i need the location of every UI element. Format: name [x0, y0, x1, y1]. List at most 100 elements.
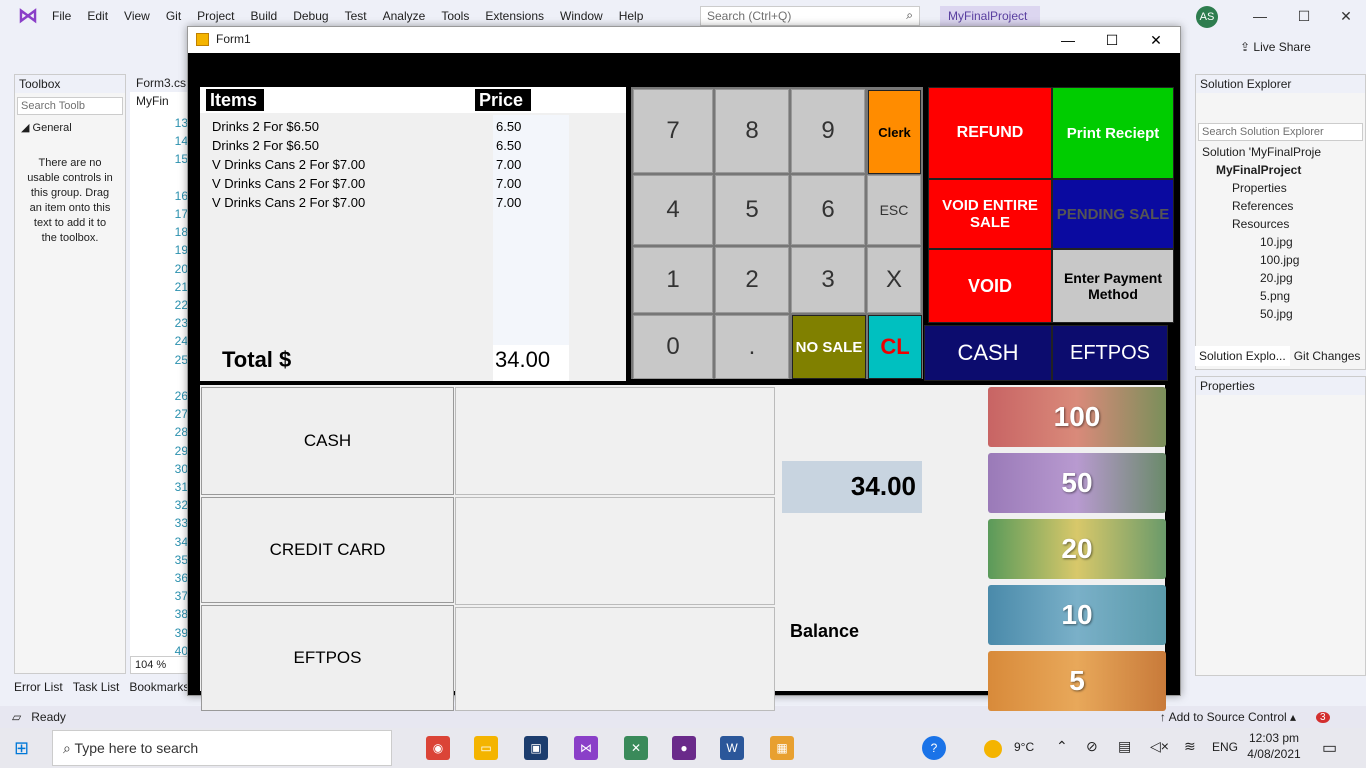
key-7[interactable]: 7 [633, 89, 713, 173]
toolbox-group-general[interactable]: ◢ General [15, 119, 125, 136]
key-9[interactable]: 9 [791, 89, 865, 173]
form-maximize-icon[interactable]: ☐ [1090, 27, 1134, 53]
list-item-price[interactable]: 6.50 [496, 136, 566, 155]
taskbar-search-input[interactable]: ⌕ Type here to search [52, 730, 392, 766]
note-5-button[interactable]: 5 [988, 651, 1166, 711]
clerk-button[interactable]: Clerk [868, 90, 921, 174]
tab-task-list[interactable]: Task List [73, 680, 120, 698]
payment-credit-card-button[interactable]: CREDIT CARD [201, 497, 454, 603]
list-item[interactable]: V Drinks Cans 2 For $7.00 [212, 155, 472, 174]
cash-button[interactable]: CASH [924, 325, 1052, 381]
void-button[interactable]: VOID [928, 249, 1052, 323]
list-item-price[interactable]: 7.00 [496, 155, 566, 174]
solution-search-input[interactable]: Search Solution Explorer [1198, 123, 1363, 141]
wifi-icon[interactable]: ≋ [1184, 738, 1196, 755]
word-icon[interactable]: W [720, 736, 744, 760]
tab-myfin[interactable]: MyFin [130, 92, 190, 110]
item-list[interactable]: Drinks 2 For $6.50 Drinks 2 For $6.50 V … [212, 117, 472, 212]
void-entire-sale-button[interactable]: VOID ENTIRE SALE [928, 179, 1052, 249]
menu-debug[interactable]: Debug [285, 9, 336, 23]
list-item[interactable]: V Drinks Cans 2 For $7.00 [212, 193, 472, 212]
print-receipt-button[interactable]: Print Reciept [1052, 87, 1174, 179]
list-item-price[interactable]: 7.00 [496, 174, 566, 193]
menu-test[interactable]: Test [337, 9, 375, 23]
tree-file-10[interactable]: 10.jpg [1202, 233, 1365, 251]
pending-sale-button[interactable]: PENDING SALE [1052, 179, 1174, 249]
menu-analyze[interactable]: Analyze [375, 9, 434, 23]
note-100-button[interactable]: 100 [988, 387, 1166, 447]
tab-solution-explorer[interactable]: Solution Explo... [1195, 346, 1290, 366]
avatar[interactable]: AS [1196, 6, 1218, 28]
list-item[interactable]: V Drinks Cans 2 For $7.00 [212, 174, 472, 193]
github-icon[interactable]: ● [672, 736, 696, 760]
form-close-icon[interactable]: ✕ [1134, 27, 1178, 53]
visual-studio-icon[interactable]: ⋈ [574, 736, 598, 760]
app-icon[interactable]: ▣ [524, 736, 548, 760]
refund-button[interactable]: REFUND [928, 87, 1052, 179]
key-2[interactable]: 2 [715, 247, 789, 313]
menu-edit[interactable]: Edit [79, 9, 116, 23]
menu-project[interactable]: Project [189, 9, 242, 23]
tree-project[interactable]: MyFinalProject [1202, 161, 1365, 179]
notifications-icon[interactable]: ▭ [1322, 738, 1337, 758]
menu-tools[interactable]: Tools [433, 9, 477, 23]
zoom-level[interactable]: 104 % [130, 656, 190, 674]
clock[interactable]: 12:03 pm 4/08/2021 [1244, 730, 1304, 762]
tree-file-5[interactable]: 5.png [1202, 287, 1365, 305]
list-item-price[interactable]: 6.50 [496, 117, 566, 136]
tab-error-list[interactable]: Error List [14, 680, 63, 698]
note-10-button[interactable]: 10 [988, 585, 1166, 645]
eftpos-button[interactable]: EFTPOS [1052, 325, 1168, 381]
form-minimize-icon[interactable]: — [1046, 27, 1090, 53]
note-50-button[interactable]: 50 [988, 453, 1166, 513]
price-list[interactable]: 6.50 6.50 7.00 7.00 7.00 [496, 117, 566, 212]
vs-search-input[interactable]: Search (Ctrl+Q) ⌕ [700, 6, 920, 26]
network-alert-icon[interactable]: ⊘ [1086, 738, 1098, 755]
tree-resources[interactable]: Resources [1202, 215, 1365, 233]
menu-help[interactable]: Help [611, 9, 652, 23]
key-6[interactable]: 6 [791, 175, 865, 245]
maximize-icon[interactable]: ☐ [1294, 6, 1314, 26]
tree-file-50[interactable]: 50.jpg [1202, 305, 1365, 323]
file-explorer-icon[interactable]: ▭ [474, 736, 498, 760]
menu-git[interactable]: Git [158, 9, 189, 23]
list-item-price[interactable]: 7.00 [496, 193, 566, 212]
cl-button[interactable]: CL [868, 315, 922, 379]
payment-cash-amount-cell[interactable] [455, 387, 775, 495]
esc-button[interactable]: ESC [867, 175, 921, 245]
payment-eftpos-button[interactable]: EFTPOS [201, 605, 454, 711]
tree-file-100[interactable]: 100.jpg [1202, 251, 1365, 269]
payment-cash-button[interactable]: CASH [201, 387, 454, 495]
toolbox-search-input[interactable]: Search Toolb [17, 97, 123, 115]
form-app-icon[interactable]: ▦ [770, 736, 794, 760]
source-control-button[interactable]: ↑ Add to Source Control ▴ [1160, 710, 1296, 724]
volume-muted-icon[interactable]: ◁× [1150, 738, 1169, 755]
tab-bookmarks[interactable]: Bookmarks [129, 680, 189, 698]
key-3[interactable]: 3 [791, 247, 865, 313]
key-8[interactable]: 8 [715, 89, 789, 173]
key-0[interactable]: 0 [633, 315, 713, 379]
note-20-button[interactable]: 20 [988, 519, 1166, 579]
list-item[interactable]: Drinks 2 For $6.50 [212, 136, 472, 155]
chevron-up-icon[interactable]: ⌃ [1056, 738, 1068, 755]
key-1[interactable]: 1 [633, 247, 713, 313]
key-4[interactable]: 4 [633, 175, 713, 245]
windows-start-icon[interactable]: ⊞ [14, 738, 34, 758]
list-item[interactable]: Drinks 2 For $6.50 [212, 117, 472, 136]
x-button[interactable]: X [867, 247, 921, 313]
app-icon-2[interactable]: ✕ [624, 736, 648, 760]
payment-eftpos-amount-cell[interactable] [455, 607, 775, 711]
menu-extensions[interactable]: Extensions [477, 9, 552, 23]
tray-icon[interactable]: ▤ [1118, 738, 1131, 755]
key-dot[interactable]: . [715, 315, 789, 379]
menu-view[interactable]: View [116, 9, 158, 23]
language-indicator[interactable]: ENG [1212, 740, 1238, 754]
tree-properties[interactable]: Properties [1202, 179, 1365, 197]
menu-file[interactable]: File [44, 9, 79, 23]
tab-form3[interactable]: Form3.cs [130, 74, 190, 92]
tab-git-changes[interactable]: Git Changes [1290, 346, 1365, 366]
tree-references[interactable]: References [1202, 197, 1365, 215]
chrome-icon[interactable]: ◉ [426, 736, 450, 760]
tree-file-20[interactable]: 20.jpg [1202, 269, 1365, 287]
enter-payment-method-button[interactable]: Enter Payment Method [1052, 249, 1174, 323]
